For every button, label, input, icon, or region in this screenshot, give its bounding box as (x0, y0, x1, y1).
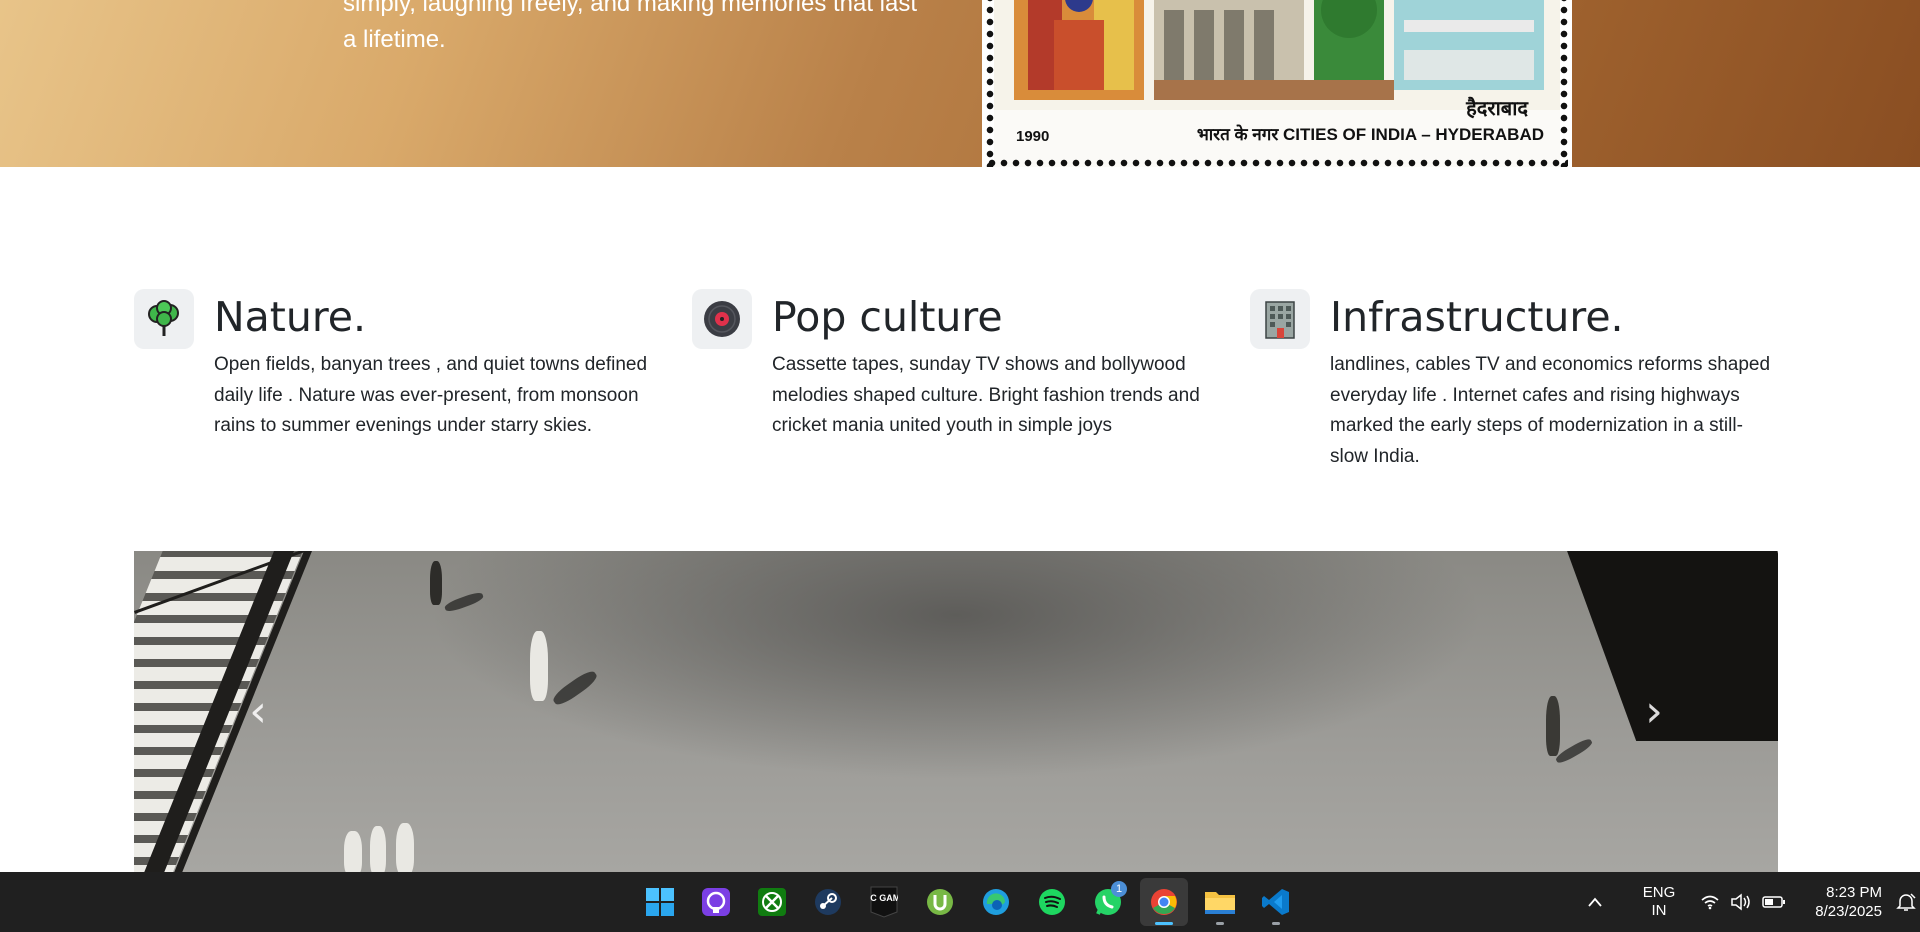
clock[interactable]: 8:23 PM 8/23/2025 (1802, 883, 1882, 921)
tree-icon (134, 289, 194, 349)
hero-text: simply, laughing freely, and making memo… (343, 0, 918, 53)
feature-text: Cassette tapes, sunday TV shows and boll… (772, 354, 1200, 436)
steam-button[interactable] (804, 878, 852, 926)
proton-pass-icon (702, 888, 730, 916)
notification-bell-icon (1896, 893, 1916, 911)
chrome-icon (1151, 889, 1177, 915)
file-explorer-icon (1205, 892, 1235, 914)
spotify-button[interactable] (1028, 878, 1076, 926)
chevron-left-icon: ‹ (249, 685, 267, 737)
feature-title: Pop culture (772, 293, 1003, 341)
svg-text:EPIC GAMES: EPIC GAMES (870, 893, 898, 903)
xbox-button[interactable] (748, 878, 796, 926)
chevron-right-icon: › (1645, 685, 1663, 737)
proton-pass-button[interactable] (692, 878, 740, 926)
carousel-prev-button[interactable]: ‹ (228, 681, 288, 741)
keyboard-region: IN (1651, 902, 1667, 919)
utorrent-button[interactable] (916, 878, 964, 926)
language-code: ENG (1642, 884, 1676, 901)
feature-title: Nature. (214, 293, 367, 341)
building-icon (1250, 289, 1310, 349)
hero-banner: simply, laughing freely, and making memo… (0, 0, 1920, 167)
clock-time: 8:23 PM (1826, 884, 1882, 901)
vscode-icon (1262, 889, 1289, 915)
feature-text: Open fields, banyan trees , and quiet to… (214, 354, 648, 436)
windows-taskbar: EPIC GAMES (0, 872, 1920, 932)
vinyl-record-icon (692, 289, 752, 349)
language-indicator[interactable]: ENG IN (1630, 884, 1688, 920)
taskbar-apps: EPIC GAMES (636, 878, 1300, 926)
volume-icon (1731, 893, 1750, 911)
wifi-icon (1701, 895, 1719, 910)
notifications-button[interactable] (1892, 892, 1920, 912)
stamp-hindi-title: हैदराबाद (1466, 96, 1528, 120)
vscode-button[interactable] (1252, 878, 1300, 926)
file-explorer-button[interactable] (1196, 878, 1244, 926)
edge-button[interactable] (972, 878, 1020, 926)
windows-start-button[interactable] (636, 878, 684, 926)
utorrent-icon (927, 889, 953, 915)
xbox-icon (758, 888, 786, 916)
stamp-title: भारत के नगर CITIES OF INDIA – HYDERABAD (1196, 125, 1544, 144)
epic-games-icon: EPIC GAMES (870, 886, 898, 918)
windows-start-icon (646, 888, 674, 916)
edge-icon (983, 889, 1009, 915)
stamp-caption: 1990 भारत के नगर CITIES OF INDIA – HYDER… (1016, 122, 1544, 145)
spotify-icon (1039, 889, 1065, 915)
chevron-up-icon (1588, 897, 1602, 907)
whatsapp-button[interactable]: 1 (1084, 878, 1132, 926)
steam-icon (815, 889, 841, 915)
postage-stamp-image: हैदराबाद 1990 भारत के नगर CITIES OF INDI… (986, 0, 1568, 167)
stamp-year: 1990 (1016, 128, 1050, 145)
clock-date: 8/23/2025 (1815, 903, 1882, 920)
feature-title: Infrastructure. (1330, 293, 1624, 341)
show-hidden-icons-button[interactable] (1578, 896, 1612, 908)
feature-text: landlines, cables TV and economics refor… (1330, 354, 1771, 467)
notification-badge: 1 (1111, 881, 1127, 897)
system-tray: ENG IN 8:23 PM 8/23/2025 (1578, 872, 1920, 932)
battery-icon (1762, 896, 1785, 908)
epic-games-button[interactable]: EPIC GAMES (860, 878, 908, 926)
quick-settings-button[interactable] (1700, 893, 1786, 911)
carousel-next-button[interactable]: › (1624, 681, 1684, 741)
chrome-button[interactable] (1140, 878, 1188, 926)
photo-carousel: ‹ › (134, 551, 1778, 872)
